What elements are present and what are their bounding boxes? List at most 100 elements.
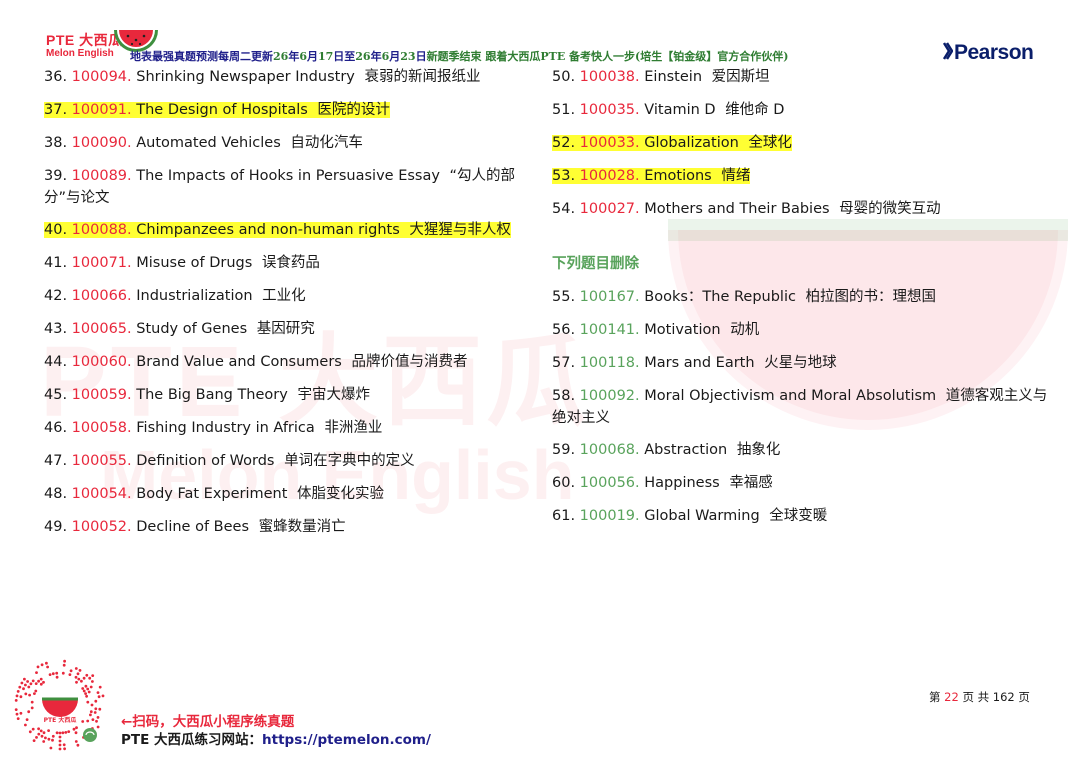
list-item[interactable]: 38. 100090. Automated Vehicles 自动化汽车 (44, 132, 544, 165)
list-item[interactable]: 47. 100055. Definition of Words 单词在字典中的定… (44, 450, 544, 483)
list-item[interactable]: 60. 100056. Happiness 幸福感 (552, 472, 1052, 505)
list-item[interactable]: 56. 100141. Motivation 动机 (552, 319, 1052, 352)
item-title-en: Study of Genes (136, 321, 248, 337)
item-title-en: Automated Vehicles (136, 135, 281, 151)
footer-scan-text: ←扫码，大西瓜小程序练真题 (121, 714, 295, 730)
item-title-cn: 误食药品 (261, 255, 320, 271)
footer-website: PTE 大西瓜练习网站：https://ptemelon.com/ (121, 728, 431, 748)
list-item-text: 38. 100090. Automated Vehicles 自动化汽车 (44, 135, 363, 151)
list-item[interactable]: 61. 100019. Global Warming 全球变暖 (552, 505, 1052, 538)
pearson-mark-icon (943, 42, 953, 60)
item-number: 39. (44, 168, 68, 184)
list-item[interactable]: 50. 100038. Einstein 爱因斯坦 (552, 66, 1052, 99)
item-number: 49. (44, 519, 68, 535)
list-item-text: 55. 100167. Books：The Republic 柏拉图的书：理想国 (552, 289, 936, 305)
item-title-cn: 品牌价值与消费者 (351, 354, 468, 370)
item-title-cn: 柏拉图的书：理想国 (805, 289, 937, 305)
item-number: 47. (44, 453, 68, 469)
item-title-en: Chimpanzees and non-human rights (136, 222, 400, 238)
item-code: 100033. (579, 135, 640, 151)
list-item-text: 43. 100065. Study of Genes 基因研究 (44, 321, 315, 337)
list-item-text: 50. 100038. Einstein 爱因斯坦 (552, 69, 770, 85)
footer-website-link[interactable]: https://ptemelon.com/ (262, 732, 431, 748)
list-item-text: 45. 100059. The Big Bang Theory 宇宙大爆炸 (44, 387, 370, 403)
list-item[interactable]: 40. 100088. Chimpanzees and non-human ri… (44, 219, 544, 252)
item-code: 100066. (71, 288, 132, 304)
list-item[interactable]: 41. 100071. Misuse of Drugs 误食药品 (44, 252, 544, 285)
item-number: 51. (552, 102, 576, 118)
item-title-cn: 爱因斯坦 (711, 69, 770, 85)
page-number-current: 22 (944, 690, 959, 704)
item-title-en: Globalization (644, 135, 739, 151)
list-item-text: 58. 100092. Moral Objectivism and Moral … (552, 388, 1047, 426)
item-number: 52. (552, 135, 576, 151)
item-title-cn: 工业化 (262, 288, 306, 304)
list-item-text: 37. 100091. The Design of Hospitals 医院的设… (44, 102, 390, 118)
page-number: 第 22 页 共 162 页 (929, 689, 1030, 705)
list-item-text: 57. 100118. Mars and Earth 火星与地球 (552, 355, 837, 371)
notice-text: 月 (389, 50, 401, 63)
item-code: 100056. (579, 475, 640, 491)
list-item[interactable]: 58. 100092. Moral Objectivism and Moral … (552, 385, 1052, 439)
list-item[interactable]: 36. 100094. Shrinking Newspaper Industry… (44, 66, 544, 99)
list-item[interactable]: 52. 100033. Globalization 全球化 (552, 132, 1052, 165)
item-number: 54. (552, 201, 576, 217)
list-item-text: 53. 100028. Emotions 情绪 (552, 168, 751, 184)
item-title-en: Misuse of Drugs (136, 255, 253, 271)
item-code: 100065. (71, 321, 132, 337)
list-item[interactable]: 55. 100167. Books：The Republic 柏拉图的书：理想国 (552, 286, 1052, 319)
item-number: 41. (44, 255, 68, 271)
item-code: 100141. (579, 322, 640, 338)
list-item[interactable]: 45. 100059. The Big Bang Theory 宇宙大爆炸 (44, 384, 544, 417)
item-number: 61. (552, 508, 576, 524)
item-title-cn: 维他命 D (725, 102, 785, 118)
item-number: 45. (44, 387, 68, 403)
deleted-list: 55. 100167. Books：The Republic 柏拉图的书：理想国… (552, 286, 1052, 538)
item-number: 55. (552, 289, 576, 305)
item-code: 100055. (71, 453, 132, 469)
item-title-en: Vitamin D (644, 102, 716, 118)
list-item[interactable]: 59. 100068. Abstraction 抽象化 (552, 439, 1052, 472)
item-title-en: Brand Value and Consumers (136, 354, 342, 370)
list-item[interactable]: 46. 100058. Fishing Industry in Africa 非… (44, 417, 544, 450)
logo-subtext: Melon English (46, 48, 114, 59)
item-code: 100068. (579, 442, 640, 458)
list-item[interactable]: 54. 100027. Mothers and Their Babies 母婴的… (552, 198, 1052, 231)
notice-day: 17 (317, 50, 334, 63)
item-number: 56. (552, 322, 576, 338)
deleted-section-heading: 下列题目删除 (552, 256, 639, 272)
list-item[interactable]: 53. 100028. Emotions 情绪 (552, 165, 1052, 198)
list-item[interactable]: 39. 100089. The Impacts of Hooks in Pers… (44, 165, 544, 219)
item-title-cn: 全球化 (748, 135, 792, 151)
item-number: 50. (552, 69, 576, 85)
item-code: 100058. (71, 420, 132, 436)
item-title-cn: 火星与地球 (764, 355, 837, 371)
item-number: 48. (44, 486, 68, 502)
header-notice: 地表最强真题预测每周二更新26年6月17日至26年6月23日新题季结束 跟着大西… (130, 48, 788, 64)
item-code: 100059. (71, 387, 132, 403)
list-item[interactable]: 42. 100066. Industrialization 工业化 (44, 285, 544, 318)
list-item-text: 59. 100068. Abstraction 抽象化 (552, 442, 780, 458)
item-code: 100028. (579, 168, 640, 184)
left-column: 36. 100094. Shrinking Newspaper Industry… (44, 66, 544, 549)
item-number: 38. (44, 135, 68, 151)
list-item-text: 60. 100056. Happiness 幸福感 (552, 475, 773, 491)
list-item[interactable]: 48. 100054. Body Fat Experiment 体脂变化实验 (44, 483, 544, 516)
footer-website-label: PTE 大西瓜练习网站： (121, 732, 263, 748)
list-item[interactable]: 57. 100118. Mars and Earth 火星与地球 (552, 352, 1052, 385)
item-code: 100054. (71, 486, 132, 502)
list-item-text: 41. 100071. Misuse of Drugs 误食药品 (44, 255, 320, 271)
notice-text: 日至 (333, 50, 356, 63)
notice-day: 23 (400, 50, 416, 63)
item-title-cn: 情绪 (721, 168, 751, 184)
list-item[interactable]: 37. 100091. The Design of Hospitals 医院的设… (44, 99, 544, 132)
item-title-cn: 宇宙大爆炸 (297, 387, 370, 403)
list-item[interactable]: 44. 100060. Brand Value and Consumers 品牌… (44, 351, 544, 384)
item-code: 100052. (71, 519, 132, 535)
list-item[interactable]: 51. 100035. Vitamin D 维他命 D (552, 99, 1052, 132)
list-item[interactable]: 49. 100052. Decline of Bees 蜜蜂数量消亡 (44, 516, 544, 549)
item-title-cn: 动机 (730, 322, 760, 338)
list-item[interactable]: 43. 100065. Study of Genes 基因研究 (44, 318, 544, 351)
mini-program-qr-icon[interactable]: PTE 大西瓜 (10, 655, 110, 755)
item-title-en: Shrinking Newspaper Industry (136, 69, 355, 85)
